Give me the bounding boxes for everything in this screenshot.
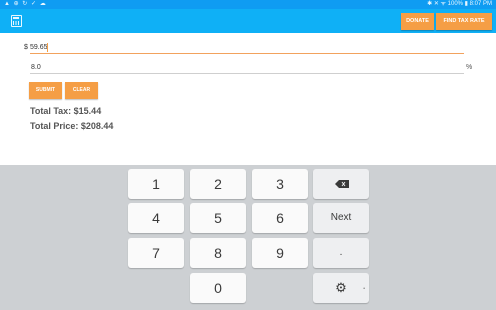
key-3[interactable]: 3 bbox=[252, 169, 308, 199]
donate-button[interactable]: DONATE bbox=[401, 13, 434, 30]
status-icons-right: ✱ ✕ ᯤ 100% ▮ 8:07 PM bbox=[427, 1, 492, 7]
total-price-text: Total Price: $208.44 bbox=[30, 121, 114, 131]
tax-rate-input[interactable]: 8.0 bbox=[31, 64, 41, 71]
total-tax-text: Total Tax: $15.44 bbox=[30, 106, 102, 116]
key-7[interactable]: 7 bbox=[128, 238, 184, 268]
price-input[interactable]: 59.65 bbox=[30, 44, 48, 51]
app-toolbar: DONATE FIND TAX RATE bbox=[0, 9, 496, 33]
price-currency-prefix: $ bbox=[24, 44, 28, 51]
key-0[interactable]: 0 bbox=[190, 273, 246, 303]
text-cursor bbox=[47, 43, 48, 52]
submit-button[interactable]: SUBMIT bbox=[29, 82, 62, 99]
key-4[interactable]: 4 bbox=[128, 203, 184, 233]
status-bar: ▲ ⊕ ↻ ✓ ☁ ✱ ✕ ᯤ 100% ▮ 8:07 PM bbox=[0, 0, 496, 9]
key-6[interactable]: 6 bbox=[252, 203, 308, 233]
backspace-icon bbox=[335, 180, 349, 188]
key-9[interactable]: 9 bbox=[252, 238, 308, 268]
price-input-underline bbox=[30, 53, 464, 54]
settings-hint-dot: • bbox=[363, 286, 365, 292]
calculator-icon[interactable] bbox=[11, 15, 22, 27]
backspace-key[interactable] bbox=[313, 169, 369, 199]
find-tax-rate-button[interactable]: FIND TAX RATE bbox=[436, 13, 492, 30]
numeric-keyboard: 1 2 3 4 5 6 Next 7 8 9 . 0 ⚙ • bbox=[0, 165, 496, 310]
key-2[interactable]: 2 bbox=[190, 169, 246, 199]
keyboard-settings-key[interactable]: ⚙ • bbox=[313, 273, 369, 303]
gear-icon: ⚙ bbox=[335, 280, 347, 295]
key-8[interactable]: 8 bbox=[190, 238, 246, 268]
status-icons-left: ▲ ⊕ ↻ ✓ ☁ bbox=[4, 1, 47, 7]
tax-rate-percent-suffix: % bbox=[466, 64, 473, 71]
key-1[interactable]: 1 bbox=[128, 169, 184, 199]
decimal-key[interactable]: . bbox=[313, 238, 369, 268]
clear-button[interactable]: CLEAR bbox=[65, 82, 98, 99]
key-5[interactable]: 5 bbox=[190, 203, 246, 233]
tax-rate-input-underline bbox=[30, 73, 464, 74]
next-key[interactable]: Next bbox=[313, 203, 369, 233]
